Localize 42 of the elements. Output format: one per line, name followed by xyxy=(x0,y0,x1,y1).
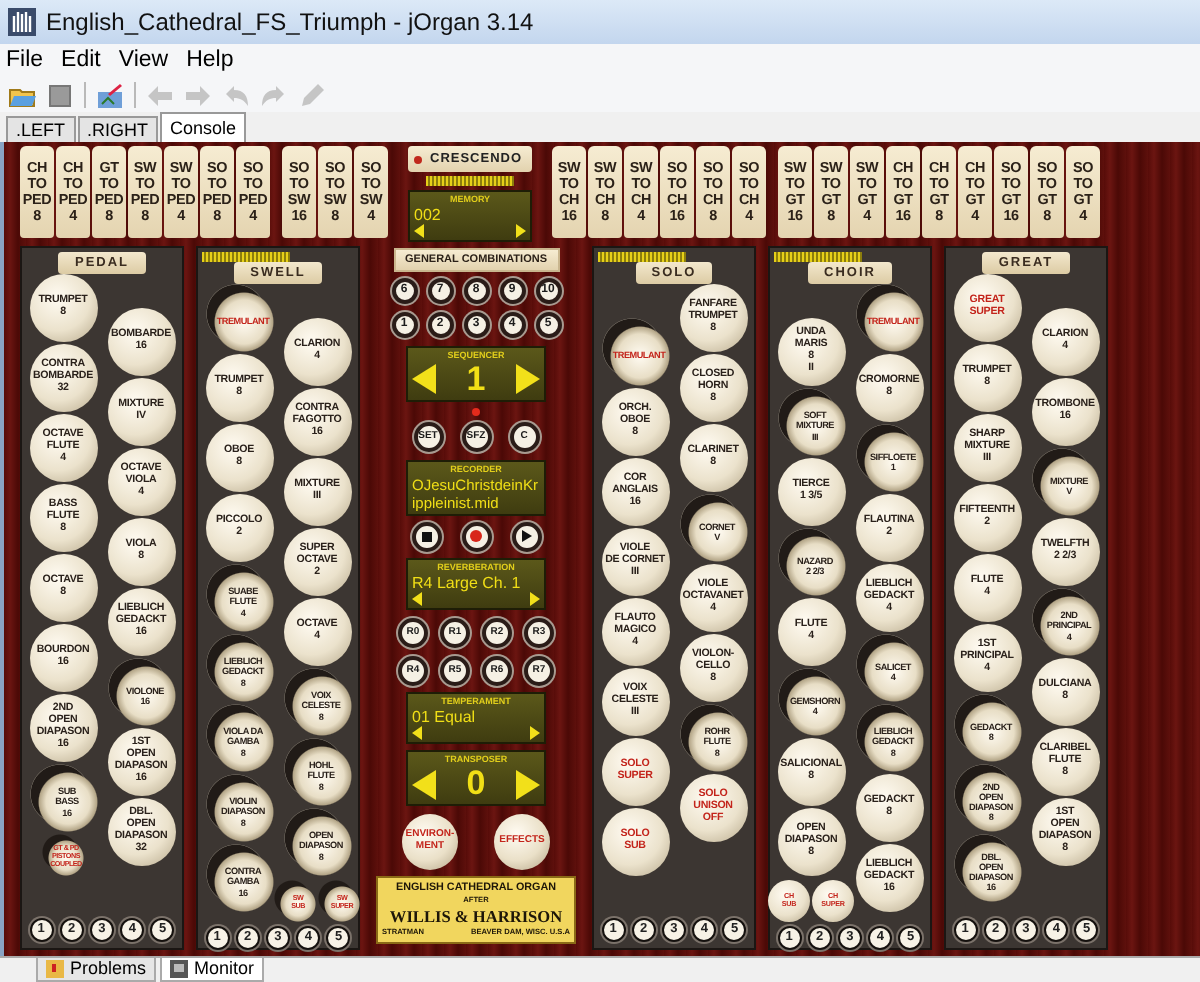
app-icon xyxy=(8,8,36,36)
record-icon xyxy=(470,530,482,543)
stop-button[interactable] xyxy=(411,521,441,552)
left-arrow-button[interactable] xyxy=(412,592,422,607)
nameplate-text: WILLIS & HARRISON xyxy=(387,905,565,928)
menu-item[interactable]: View xyxy=(118,44,169,78)
display-value: R4 Large Ch. 1 xyxy=(412,574,523,593)
display-value: 002 xyxy=(414,206,443,224)
level-meter-drawing xyxy=(426,176,514,186)
tab[interactable]: Problems xyxy=(36,958,157,982)
display-value: 1 xyxy=(466,361,486,398)
left-arrow-button[interactable] xyxy=(412,769,436,800)
right-arrow-button[interactable] xyxy=(516,364,540,395)
stop-icon[interactable] xyxy=(46,81,74,109)
tab[interactable]: Console xyxy=(160,112,247,142)
tab-label: Monitor xyxy=(194,958,255,980)
record-button[interactable] xyxy=(461,521,491,552)
stop-icon xyxy=(421,531,431,542)
menu-item[interactable]: File xyxy=(6,44,44,78)
display-value: 0 xyxy=(466,766,486,803)
menu-item[interactable]: Edit xyxy=(61,44,101,78)
play-button[interactable] xyxy=(511,521,541,552)
monitor-icon xyxy=(170,960,189,978)
tab[interactable]: Monitor xyxy=(160,958,265,982)
left-arrow-button[interactable] xyxy=(414,224,424,238)
indicator-light-icon xyxy=(472,407,480,416)
play-icon xyxy=(521,530,531,543)
indicator-light-icon xyxy=(414,155,422,163)
window-title: English_Cathedral_FS_Triumph - jOrgan 3.14 xyxy=(46,6,534,40)
left-arrow-button[interactable] xyxy=(412,364,436,395)
right-arrow-button[interactable] xyxy=(516,769,540,800)
left-arrow-button[interactable] xyxy=(412,725,422,740)
display-value: 01 Equal xyxy=(412,707,478,726)
tab[interactable]: .RIGHT xyxy=(77,116,159,142)
warning-icon xyxy=(46,960,64,978)
tab-label: Problems xyxy=(70,958,147,980)
picture-edit-icon[interactable] xyxy=(96,81,124,109)
tab[interactable]: .LEFT xyxy=(6,116,76,142)
menu-item[interactable]: Help xyxy=(186,44,234,78)
right-arrow-button[interactable] xyxy=(530,592,540,607)
right-arrow-button[interactable] xyxy=(516,224,526,238)
right-arrow-button[interactable] xyxy=(530,725,540,740)
